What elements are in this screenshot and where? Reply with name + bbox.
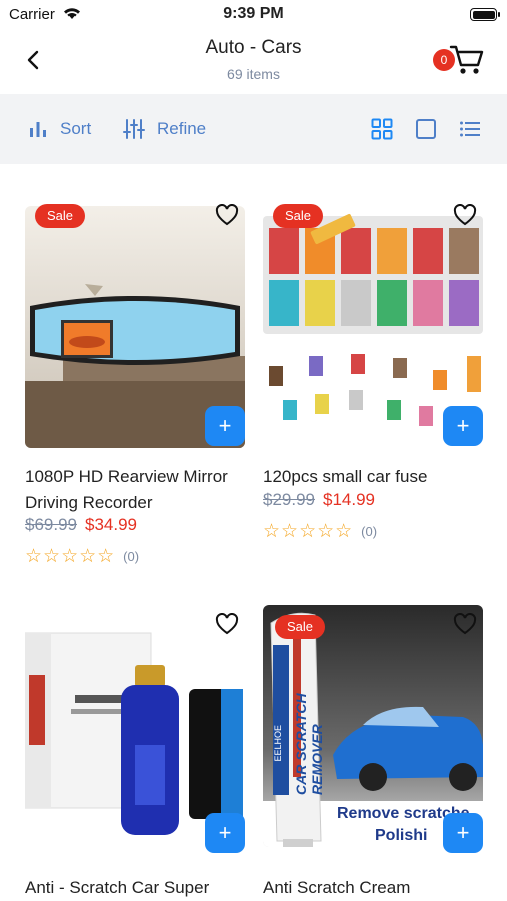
- review-count: (0): [123, 549, 140, 564]
- product-image[interactable]: EELHOE CAR SCRATCH REMOVER Remove scratc…: [263, 605, 483, 847]
- sale-badge: Sale: [275, 615, 326, 639]
- rating: ☆☆☆☆☆ (0): [263, 520, 377, 543]
- product-prices: $29.99 $14.99: [263, 490, 375, 510]
- rating: ☆☆☆☆☆ (0): [25, 545, 139, 568]
- sale-price: $14.99: [323, 490, 375, 509]
- original-price: $29.99: [263, 490, 315, 509]
- image-tag2-text: Polishi: [375, 827, 428, 844]
- sale-badge: Sale: [273, 204, 324, 228]
- battery-icon: [470, 8, 500, 21]
- add-to-cart-button[interactable]: +: [205, 813, 245, 853]
- product-name[interactable]: 1080P HD Rearview Mirror Driving Recorde…: [25, 464, 250, 516]
- star-rating-icon: ☆☆☆☆☆: [25, 546, 116, 567]
- sort-icon: [30, 122, 46, 137]
- product-name[interactable]: Anti - Scratch Car Super: [25, 875, 250, 901]
- heart-icon[interactable]: [453, 613, 477, 635]
- list-view-icon[interactable]: [459, 118, 481, 140]
- filter-toolbar: Sort Refine: [0, 94, 507, 164]
- heart-icon[interactable]: [215, 613, 239, 635]
- original-price: $69.99: [25, 515, 77, 534]
- refine-button[interactable]: Refine: [123, 116, 206, 142]
- sort-button[interactable]: Sort: [28, 116, 91, 142]
- product-image[interactable]: [25, 605, 245, 847]
- image-product-text: CAR SCRATCH REMOVER: [293, 693, 325, 795]
- review-count: (0): [361, 524, 378, 539]
- add-to-cart-button[interactable]: +: [443, 406, 483, 446]
- sliders-icon: [123, 119, 145, 139]
- add-to-cart-button[interactable]: +: [443, 813, 483, 853]
- product-prices: $69.99 $34.99: [25, 515, 137, 535]
- product-name[interactable]: 120pcs small car fuse: [263, 464, 488, 490]
- star-rating-icon: ☆☆☆☆☆: [263, 521, 354, 542]
- grid-view-icon[interactable]: [371, 118, 393, 140]
- sort-label: Sort: [60, 119, 92, 138]
- sale-price: $34.99: [85, 515, 137, 534]
- heart-icon[interactable]: [215, 204, 239, 226]
- status-bar: Carrier 9:39 PM: [0, 0, 507, 28]
- cart-count-badge: 0: [433, 49, 455, 71]
- clock: 9:39 PM: [223, 5, 284, 22]
- image-brand-text: EELHOE: [273, 725, 283, 762]
- single-view-icon[interactable]: [415, 118, 437, 140]
- heart-icon[interactable]: [453, 204, 477, 226]
- add-to-cart-button[interactable]: +: [205, 406, 245, 446]
- refine-label: Refine: [157, 119, 207, 138]
- page-title: Auto - Cars: [205, 37, 302, 58]
- sale-badge: Sale: [35, 204, 86, 228]
- item-count: 69 items: [227, 66, 280, 82]
- product-name[interactable]: Anti Scratch Cream: [263, 875, 488, 901]
- nav-header: Auto - Cars 69 items 0: [0, 28, 507, 94]
